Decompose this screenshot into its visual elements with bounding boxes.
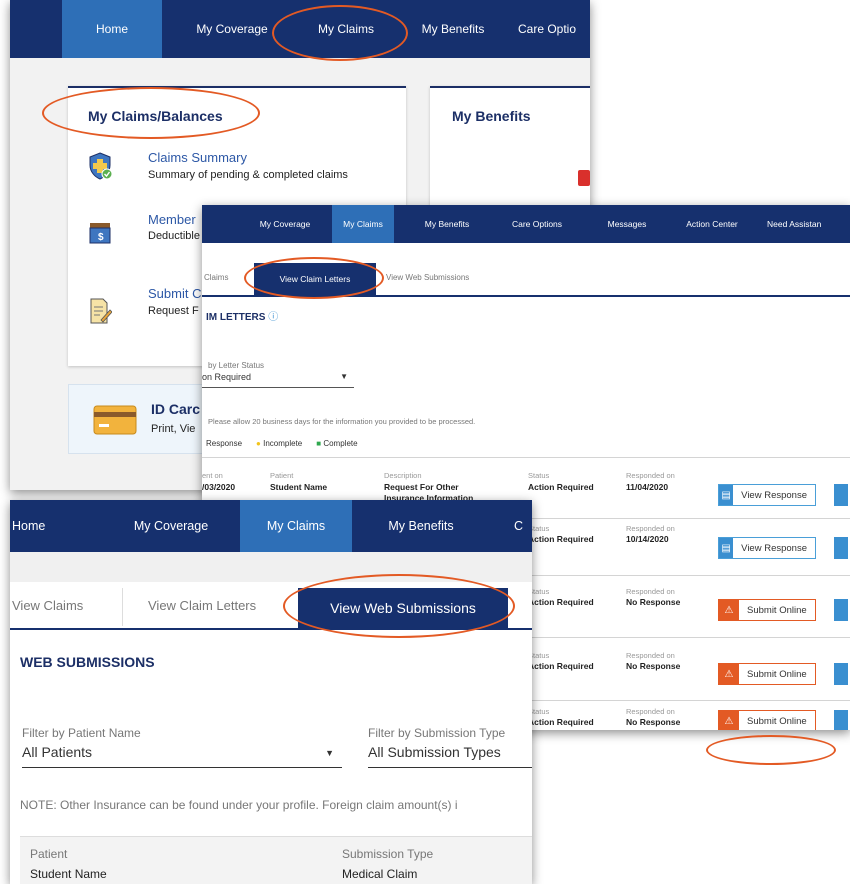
tab-view-web-submissions[interactable]: View Web Submissions xyxy=(386,273,469,282)
tab-underline xyxy=(202,295,850,297)
nav-action-center[interactable]: Action Center xyxy=(677,219,747,229)
tab-view-web-submissions[interactable]: View Web Submissions xyxy=(298,588,508,628)
nav-my-claims[interactable]: My Claims xyxy=(240,500,352,552)
tab-underline xyxy=(10,628,532,630)
claims-card-title: My Claims/Balances xyxy=(88,108,223,124)
letter-status-value: on Required xyxy=(202,372,252,382)
legend-separator xyxy=(202,457,850,458)
nav-my-benefits[interactable]: My Benefits xyxy=(366,519,476,533)
nav-care-options[interactable]: Care Options xyxy=(502,219,572,229)
submit-online-button[interactable]: ⚠ Submit Online xyxy=(718,663,816,685)
id-card-desc: Print, Vie xyxy=(151,423,196,435)
document-icon: ▤ xyxy=(719,538,734,558)
subnav-strip xyxy=(10,552,532,582)
submit-online-button[interactable]: ⚠ Submit Online xyxy=(718,710,816,730)
legend-complete: Complete xyxy=(323,439,358,448)
member-balances-link[interactable]: Member xyxy=(148,212,196,227)
download-icon[interactable] xyxy=(834,484,848,506)
svg-text:$: $ xyxy=(98,232,104,243)
chevron-down-icon: ▼ xyxy=(325,748,334,758)
claims-summary-link[interactable]: Claims Summary xyxy=(148,150,247,165)
download-icon[interactable] xyxy=(834,710,848,730)
insurance-note: NOTE: Other Insurance can be found under… xyxy=(20,798,458,812)
table-row: Status Action Required Responded on No R… xyxy=(522,585,850,629)
cell-submission-type: Medical Claim xyxy=(342,867,418,881)
nav-my-benefits[interactable]: My Benefits xyxy=(414,219,480,229)
nav-my-coverage[interactable]: My Coverage xyxy=(116,519,226,533)
tab-divider xyxy=(122,588,123,626)
download-icon[interactable] xyxy=(834,663,848,685)
download-icon[interactable] xyxy=(834,537,848,559)
nav-need-assistance[interactable]: Need Assistan xyxy=(767,219,850,229)
nav-my-coverage[interactable]: My Coverage xyxy=(250,219,320,229)
view-response-button[interactable]: ▤ View Response xyxy=(718,537,816,559)
table-row: Status Action Required Responded on No R… xyxy=(522,649,850,693)
benefits-card-title: My Benefits xyxy=(452,108,531,124)
letters-heading: IM LETTERS ⓘ xyxy=(206,312,279,323)
submit-claim-desc: Request F xyxy=(148,305,199,317)
letters-nav: My Coverage My Claims My Benefits Care O… xyxy=(202,205,850,243)
submission-type-filter[interactable]: All Submission Types xyxy=(368,744,532,768)
submission-type-filter-label: Filter by Submission Type xyxy=(368,726,506,740)
table-row: Status Action Required Responded on No R… xyxy=(522,705,850,730)
legend-complete-dot: ■ xyxy=(316,439,322,448)
status-legend: Response ● Incomplete ■ Complete xyxy=(206,439,358,448)
view-response-button[interactable]: ▤ View Response xyxy=(718,484,816,506)
patient-filter-value: All Patients xyxy=(22,744,93,760)
nav-my-claims[interactable]: My Claims xyxy=(300,22,392,36)
column-header-patient: Patient xyxy=(30,847,68,861)
wallet-dollar-icon: $ xyxy=(89,223,111,244)
submission-type-filter-value: All Submission Types xyxy=(368,744,501,760)
tab-view-claims[interactable]: View Claims xyxy=(12,598,83,613)
column-header-submission-type: Submission Type xyxy=(342,847,434,861)
nav-messages[interactable]: Messages xyxy=(597,219,657,229)
warning-icon: ⚠ xyxy=(719,711,739,730)
submit-online-button[interactable]: ⚠ Submit Online xyxy=(718,599,816,621)
download-icon[interactable] xyxy=(834,599,848,621)
nav-my-claims[interactable]: My Claims xyxy=(332,205,394,243)
cell-patient: Student Name xyxy=(30,867,107,881)
tab-view-claims[interactable]: Claims xyxy=(204,273,228,282)
tab-view-claim-letters[interactable]: View Claim Letters xyxy=(254,263,376,295)
highlight-submit-online xyxy=(706,735,836,765)
document-icon: ▤ xyxy=(719,485,734,505)
nav-home[interactable]: Home xyxy=(62,0,162,58)
processing-note: Please allow 20 business days for the in… xyxy=(208,417,476,426)
credit-card-icon xyxy=(93,405,137,435)
document-pencil-icon xyxy=(90,298,112,324)
web-nav: Home My Coverage My Claims My Benefits C xyxy=(10,500,532,552)
web-submissions-heading: WEB SUBMISSIONS xyxy=(20,654,155,670)
legend-response: Response xyxy=(206,439,243,448)
legend-incomplete: Incomplete xyxy=(263,439,303,448)
web-submissions-panel: Home My Coverage My Claims My Benefits C… xyxy=(10,500,532,884)
patient-filter-label: Filter by Patient Name xyxy=(22,726,141,740)
main-nav: Home My Coverage My Claims My Benefits C… xyxy=(10,0,590,58)
shield-check-icon xyxy=(89,152,112,180)
tab-view-claim-letters[interactable]: View Claim Letters xyxy=(148,598,256,613)
nav-care-options[interactable]: Care Optio xyxy=(518,22,590,36)
nav-my-benefits[interactable]: My Benefits xyxy=(408,22,498,36)
legend-incomplete-dot: ● xyxy=(256,439,261,448)
submit-claim-link[interactable]: Submit C xyxy=(148,286,201,301)
chevron-down-icon: ▼ xyxy=(340,372,348,381)
row-separator xyxy=(522,518,850,519)
letter-status-filter[interactable]: on Required ▼ xyxy=(202,372,354,388)
warning-icon: ⚠ xyxy=(719,600,739,620)
warning-icon: ⚠ xyxy=(719,664,739,684)
claims-summary-desc: Summary of pending & completed claims xyxy=(148,169,348,181)
table-row: Status Action Required Responded on 10/1… xyxy=(522,522,850,566)
patient-filter[interactable]: All Patients ▼ xyxy=(22,744,342,768)
nav-care-options[interactable]: C xyxy=(514,519,532,533)
id-card-title[interactable]: ID Carc xyxy=(151,401,200,417)
member-balances-desc: Deductible xyxy=(148,230,200,242)
row-separator xyxy=(522,700,850,701)
row-separator xyxy=(522,575,850,576)
nav-my-coverage[interactable]: My Coverage xyxy=(182,22,282,36)
benefits-icon xyxy=(578,170,590,186)
letter-status-filter-label: by Letter Status xyxy=(208,361,265,370)
help-icon[interactable]: ⓘ xyxy=(268,312,278,323)
nav-home[interactable]: Home xyxy=(12,519,62,533)
row-separator xyxy=(522,637,850,638)
submissions-table: Patient Submission Type Student Name Med… xyxy=(20,836,532,884)
